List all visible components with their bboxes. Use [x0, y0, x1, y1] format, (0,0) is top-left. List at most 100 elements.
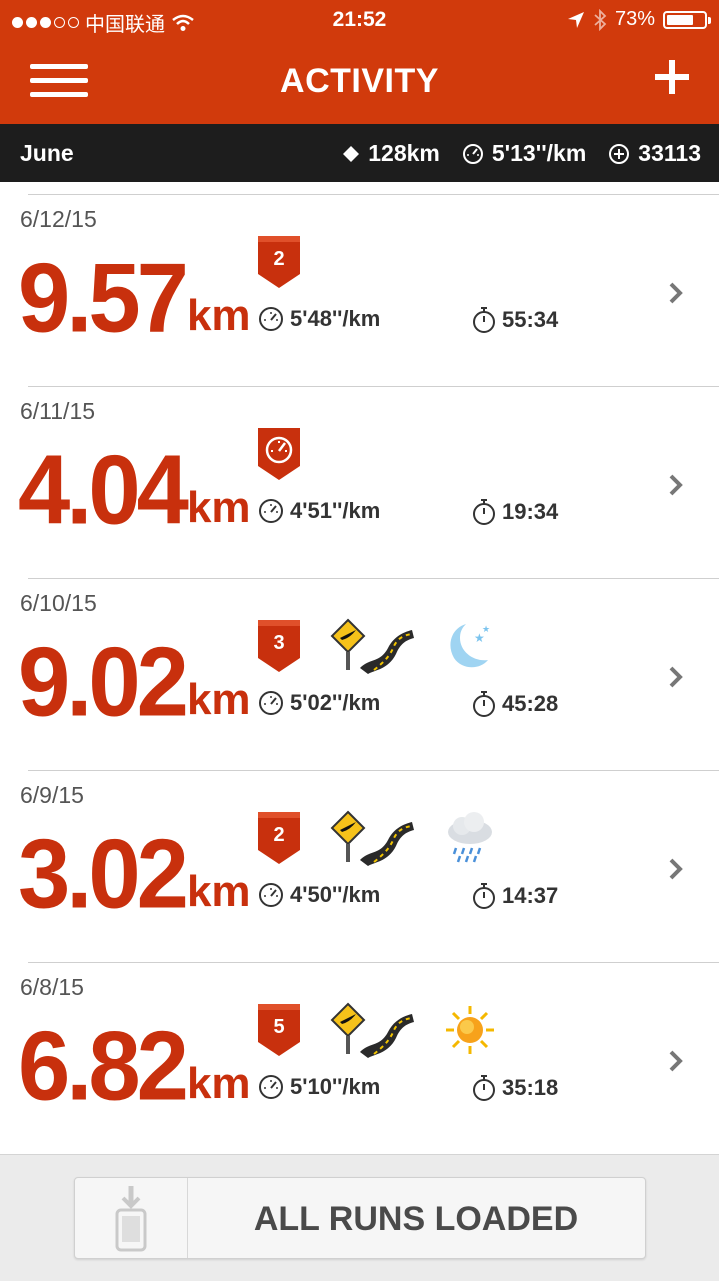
run-badges: 2: [258, 234, 300, 290]
run-row[interactable]: 6/8/15 6.82km 5 5'10''/km 35:18: [0, 950, 719, 1142]
badge-number: 2: [273, 248, 284, 270]
distance-unit: km: [186, 1059, 251, 1108]
run-pace: 5'02''/km: [258, 690, 380, 716]
run-pace: 5'48''/km: [258, 306, 380, 332]
run-date: 6/10/15: [20, 590, 97, 616]
chevron-right-icon: [669, 858, 683, 880]
chevron-right-icon: [669, 282, 683, 304]
battery-percent: 73%: [614, 8, 655, 30]
pace-gauge-icon: [259, 691, 283, 715]
add-run-button[interactable]: [655, 60, 689, 94]
summary-month: June: [20, 140, 74, 166]
distance-unit: km: [186, 675, 251, 724]
run-badges: 3 ★ ★: [258, 618, 492, 674]
battery-icon: [663, 10, 711, 29]
run-badges: 5: [258, 1002, 496, 1058]
svg-text:★: ★: [482, 625, 490, 635]
pace-gauge-icon: [259, 883, 283, 907]
stopwatch-icon: [473, 499, 495, 525]
run-date: 6/8/15: [20, 974, 84, 1000]
monthly-summary: June 128km 5'13''/km 33113: [0, 124, 719, 182]
run-duration: 45:28: [472, 690, 558, 718]
run-row[interactable]: 6/9/15 3.02km 2 4'50''/km 14:37: [0, 758, 719, 950]
chevron-right-icon: [669, 666, 683, 688]
run-date: 6/12/15: [20, 206, 97, 232]
rain-cloud-icon: [448, 812, 492, 863]
run-distance: 3.02km: [18, 818, 251, 929]
road-sign-icon: [330, 1002, 414, 1058]
duration-value: 45:28: [502, 691, 559, 716]
badge-number: 3: [273, 632, 284, 654]
run-duration: 19:34: [472, 498, 558, 526]
distance-value: 9.57: [18, 242, 189, 353]
fuel-icon: [609, 143, 630, 164]
summary-distance: 128km: [368, 140, 440, 166]
duration-value: 35:18: [502, 1075, 559, 1100]
badge-number: 2: [273, 824, 284, 846]
run-distance: 4.04km: [18, 434, 251, 545]
level-badge-icon: 5: [258, 1004, 300, 1056]
run-badges: [258, 426, 300, 482]
run-pace: 4'50''/km: [258, 882, 380, 908]
run-date: 6/9/15: [20, 782, 84, 808]
footer-label: ALL RUNS LOADED: [253, 1200, 579, 1238]
run-date: 6/11/15: [20, 398, 96, 424]
row-divider: [28, 194, 719, 195]
stopwatch-icon: [473, 691, 495, 717]
run-distance: 9.02km: [18, 626, 251, 737]
location-arrow-icon: [567, 11, 584, 28]
distance-value: 3.02: [18, 818, 189, 929]
run-duration: 14:37: [472, 882, 558, 910]
badge-number: 5: [273, 1016, 284, 1038]
summary-fuel: 33113: [638, 140, 701, 166]
distance-value: 4.04: [18, 434, 189, 545]
moon-icon: ★★: [450, 624, 490, 668]
pace-value: 5'48''/km: [290, 306, 381, 331]
pace-value: 5'02''/km: [290, 690, 381, 715]
row-divider: [28, 770, 719, 771]
pace-gauge-icon: [259, 307, 283, 331]
run-duration: 55:34: [472, 306, 558, 334]
run-badges: 2: [258, 810, 496, 866]
chevron-right-icon: [669, 1050, 683, 1072]
pace-gauge-icon: [259, 499, 283, 523]
nav-bar: ACTIVITY: [0, 40, 719, 124]
stopwatch-icon: [473, 883, 495, 909]
stopwatch-icon: [473, 307, 495, 333]
duration-value: 14:37: [502, 883, 559, 908]
pace-value: 5'10''/km: [290, 1074, 381, 1099]
pace-gauge-icon: [259, 1075, 283, 1099]
speedometer-badge-icon: [258, 428, 300, 480]
status-bar: 中国联通 21:52 73%: [0, 0, 719, 40]
level-badge-icon: 3: [258, 620, 300, 672]
duration-value: 55:34: [502, 307, 559, 332]
all-runs-loaded-button[interactable]: ALL RUNS LOADED: [74, 1177, 646, 1259]
run-row[interactable]: 6/10/15 9.02km 3 ★ ★ 5'02''/km 45:28: [0, 566, 719, 758]
road-sign-icon: [330, 618, 414, 674]
run-row[interactable]: 6/12/15 9.57km 2 5'48''/km 55:34: [0, 182, 719, 374]
distance-unit: km: [186, 867, 251, 916]
page-title: ACTIVITY: [280, 62, 439, 100]
road-sign-icon: [330, 810, 414, 866]
level-badge-icon: 2: [258, 236, 300, 288]
row-divider: [28, 578, 719, 579]
distance-value: 6.82: [18, 1010, 189, 1121]
run-pace: 4'51''/km: [258, 498, 380, 524]
stopwatch-icon: [473, 1075, 495, 1101]
pace-value: 4'50''/km: [290, 882, 381, 907]
row-divider: [28, 962, 719, 963]
summary-pace: 5'13''/km: [491, 140, 587, 166]
chevron-right-icon: [669, 474, 683, 496]
distance-diamond-icon: [343, 145, 360, 162]
distance-unit: km: [186, 291, 251, 340]
level-badge-icon: 2: [258, 812, 300, 864]
distance-value: 9.02: [18, 626, 189, 737]
duration-value: 19:34: [502, 499, 559, 524]
run-distance: 6.82km: [18, 1010, 251, 1121]
pace-gauge-icon: [462, 143, 483, 164]
run-row[interactable]: 6/11/15 4.04km 4'51''/km 19:34: [0, 374, 719, 566]
distance-unit: km: [186, 483, 251, 532]
run-distance: 9.57km: [18, 242, 251, 353]
sync-device-icon: [75, 1178, 188, 1258]
row-divider: [28, 386, 719, 387]
